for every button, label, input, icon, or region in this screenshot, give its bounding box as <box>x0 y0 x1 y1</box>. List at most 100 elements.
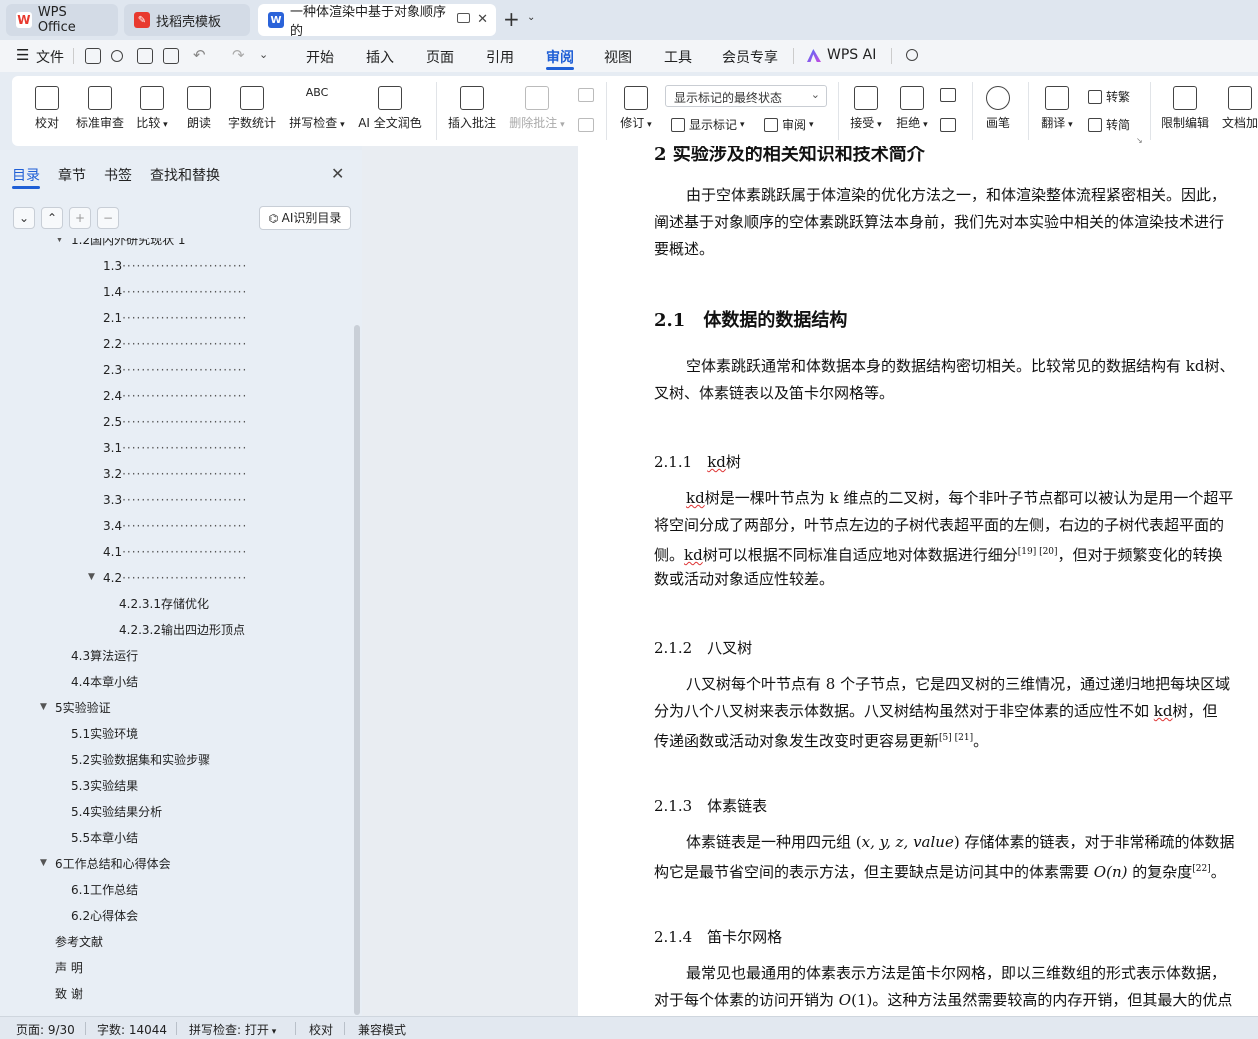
translate-button[interactable]: 翻译 ▾ <box>1036 86 1078 131</box>
misspelled-word[interactable]: kd <box>707 453 726 471</box>
toc-item[interactable]: 6工作总结和心得体会 <box>55 854 171 874</box>
menu-home[interactable]: 开始 <box>306 47 334 67</box>
toc-item[interactable]: 1.4·························· <box>103 282 343 302</box>
expand-arrow-icon[interactable]: ▼ <box>88 572 95 582</box>
proofread-button[interactable]: 校对 <box>30 86 64 131</box>
tab-current-document[interactable]: W 一种体渲染中基于对象顺序的 ✕ <box>258 4 496 39</box>
menu-view[interactable]: 视图 <box>604 47 632 67</box>
toc-item[interactable]: 2.2·························· <box>103 334 343 354</box>
review-pane-button[interactable]: 审阅 ▾ <box>764 116 814 133</box>
reject-button[interactable]: 拒绝 ▾ <box>892 86 932 131</box>
close-icon[interactable]: ✕ <box>331 164 344 183</box>
tab-docer-templates[interactable]: ✎ 找稻壳模板 <box>124 4 250 36</box>
menu-membership[interactable]: 会员专享 <box>722 47 778 67</box>
previous-comment-icon[interactable] <box>578 88 594 102</box>
next-comment-icon[interactable] <box>578 118 594 132</box>
spell-check-button[interactable]: ABC 拼写检查 ▾ <box>286 86 348 131</box>
toc-item[interactable]: 1.3·························· <box>103 256 343 276</box>
toc-item[interactable]: 2.3·························· <box>103 360 343 380</box>
toc-item[interactable]: 声 明 <box>55 958 83 978</box>
toc-item[interactable]: 5.1实验环境 <box>71 724 138 744</box>
toc-item[interactable]: 5.4实验结果分析 <box>71 802 162 822</box>
toc-item[interactable]: 2.1·························· <box>103 308 343 328</box>
tab-toc[interactable]: 目录 <box>12 165 40 185</box>
toc-item[interactable]: 1.2国内外研究现状 1 <box>71 238 186 250</box>
chevron-down-icon[interactable]: ⌄ <box>259 48 268 61</box>
expand-arrow-icon[interactable]: ▼ <box>40 858 47 868</box>
toc-item[interactable]: 2.5·························· <box>103 412 343 432</box>
toc-item[interactable]: 3.2·························· <box>103 464 343 484</box>
misspelled-word[interactable]: kd <box>686 489 705 507</box>
menu-wps-ai[interactable]: WPS AI <box>827 47 876 63</box>
toc-item[interactable]: 3.3·························· <box>103 490 343 510</box>
document-encrypt-button[interactable]: 文档加 <box>1220 86 1258 131</box>
menu-file[interactable]: 文件 <box>36 47 64 67</box>
ai-polish-button[interactable]: AI 全文润色 <box>356 86 424 131</box>
add-level-button[interactable]: + <box>69 207 91 229</box>
track-changes-button[interactable]: 修订 ▾ <box>616 86 656 131</box>
document-page[interactable]: 2 实验涉及的相关知识和技术简介 由于空体素跳跃属于体渲染的优化方法之一，和体渲… <box>578 146 1258 1016</box>
toc-item[interactable]: 致 谢 <box>55 984 83 1004</box>
toc-item[interactable]: 参考文献 <box>55 932 103 952</box>
menu-review[interactable]: 审阅 <box>546 47 574 67</box>
delete-comment-button[interactable]: 删除批注 ▾ <box>506 86 568 131</box>
toc-item[interactable]: 6.1工作总结 <box>71 880 138 900</box>
tab-bookmarks[interactable]: 书签 <box>104 165 132 185</box>
toc-item[interactable]: 5.2实验数据集和实验步骤 <box>71 750 210 770</box>
page-indicator[interactable]: 页面: 9/30 <box>16 1021 75 1038</box>
print-icon[interactable] <box>137 48 153 64</box>
close-tab-icon[interactable]: ✕ <box>477 12 488 27</box>
expand-arrow-icon[interactable]: ▼ <box>40 702 47 712</box>
standard-review-button[interactable]: 标准审查 <box>74 86 126 131</box>
toc-item[interactable]: 4.2.3.2输出四边形顶点 <box>119 620 245 640</box>
new-tab-button[interactable]: + <box>503 7 520 31</box>
restrict-editing-button[interactable]: 限制编辑 <box>1158 86 1212 131</box>
chevron-down-icon[interactable]: ⌄ <box>527 12 535 23</box>
toc-item[interactable]: 5.5本章小结 <box>71 828 138 848</box>
expand-group-icon[interactable]: ↘ <box>1136 136 1143 145</box>
search-icon[interactable] <box>906 49 918 61</box>
tab-find-replace[interactable]: 查找和替换 <box>150 165 220 185</box>
menu-page[interactable]: 页面 <box>426 47 454 67</box>
previous-change-icon[interactable] <box>940 88 956 102</box>
collapse-up-button[interactable]: ⌃ <box>41 207 63 229</box>
tab-sections[interactable]: 章节 <box>58 165 86 185</box>
markup-display-select[interactable]: 显示标记的最终状态 ⌄ <box>665 85 827 107</box>
hamburger-icon[interactable]: ☰ <box>16 46 29 64</box>
toc-item[interactable]: 4.1·························· <box>103 542 343 562</box>
toc-item[interactable]: 5实验验证 <box>55 698 111 718</box>
expand-arrow-icon[interactable]: ▼ <box>56 238 63 244</box>
insert-comment-button[interactable]: 插入批注 <box>446 86 498 131</box>
toc-item[interactable]: 6.2心得体会 <box>71 906 138 926</box>
toc-item[interactable]: 4.2·························· <box>103 568 343 588</box>
spell-check-status[interactable]: 拼写检查: 打开 ▾ <box>189 1021 276 1038</box>
toc-item[interactable]: 4.3算法运行 <box>71 646 138 666</box>
toc-item[interactable]: 4.4本章小结 <box>71 672 138 692</box>
word-count-button[interactable]: 字数统计 <box>226 86 278 131</box>
save-icon[interactable] <box>85 48 101 64</box>
monitor-icon[interactable] <box>457 13 470 23</box>
show-markup-button[interactable]: 显示标记 ▾ <box>671 116 745 133</box>
toc-item[interactable]: 2.4·························· <box>103 386 343 406</box>
accept-button[interactable]: 接受 ▾ <box>846 86 886 131</box>
menu-insert[interactable]: 插入 <box>366 47 394 67</box>
compare-button[interactable]: 比较 ▾ <box>134 86 170 131</box>
print-preview-icon[interactable] <box>163 48 179 64</box>
toc-item[interactable]: 3.4·························· <box>103 516 343 536</box>
export-icon[interactable] <box>111 50 123 62</box>
redo-icon[interactable]: ↷ <box>232 46 245 64</box>
pen-button[interactable]: 画笔 <box>980 86 1016 131</box>
ai-recognize-toc-button[interactable]: ⌬ AI识别目录 <box>259 206 351 230</box>
tab-wps-office[interactable]: W WPS Office <box>6 4 118 36</box>
toc-item[interactable]: 4.2.3.1存储优化 <box>119 594 209 614</box>
to-traditional-button[interactable]: 转繁 <box>1088 88 1130 105</box>
menu-tools[interactable]: 工具 <box>664 47 692 67</box>
remove-level-button[interactable]: − <box>97 207 119 229</box>
next-change-icon[interactable] <box>940 118 956 132</box>
toc-item[interactable]: 3.1·························· <box>103 438 343 458</box>
to-simplified-button[interactable]: 转简 <box>1088 116 1130 133</box>
read-aloud-button[interactable]: 朗读 <box>182 86 216 131</box>
undo-icon[interactable]: ↶ <box>193 46 206 64</box>
toc-item[interactable]: 5.3实验结果 <box>71 776 138 796</box>
proofread-status[interactable]: 校对 <box>309 1021 333 1038</box>
